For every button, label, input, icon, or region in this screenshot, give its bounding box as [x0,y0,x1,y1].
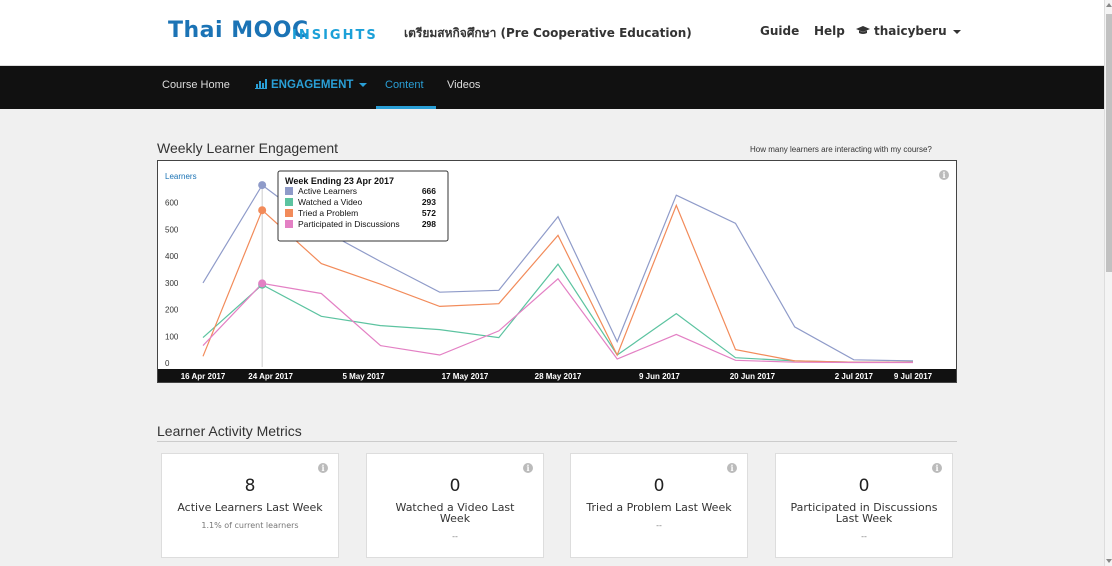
metric-value: 0 [858,476,870,496]
highlight-point-tried-a-problem [258,206,267,215]
metric-value: 0 [449,476,461,496]
x-tick-label: 20 Jun 2017 [730,372,776,381]
nav-engagement-dropdown[interactable]: ENGAGEMENT [255,79,368,91]
bar-chart-icon [255,79,267,89]
series-line-participated-in-discussions [202,277,913,364]
tooltip-row-value: 572 [422,208,436,218]
tooltip-row-value: 666 [422,186,436,196]
metric-label: Active Learners Last Week [177,501,323,514]
nav-course-home[interactable]: Course Home [162,79,230,91]
metric-label: Tried a Problem Last Week [586,501,732,514]
y-tick-label: 300 [165,279,179,288]
tab-content[interactable]: Content [385,79,424,91]
info-icon[interactable]: i [932,463,942,473]
x-tick-label: 24 Apr 2017 [248,372,293,381]
section-divider [157,441,957,442]
metric-subtext: -- [452,532,458,541]
metric-subtext: 1.1% of current learners [201,521,299,530]
metric-card-video: i 0 Watched a Video Last Week -- [366,453,544,558]
top-header: Thai MOOC INSIGHTS เตรียมสหกิจศึกษา (Pre… [0,0,1104,66]
x-tick-label: 28 May 2017 [535,372,582,381]
x-tick-label: 9 Jul 2017 [894,372,933,381]
nav-engagement-label: ENGAGEMENT [271,79,354,91]
user-menu[interactable]: thaicyberu [856,24,961,38]
tooltip-swatch [285,209,293,217]
scroll-thumb[interactable] [1106,14,1112,272]
tooltip-row-label: Active Learners [298,186,357,196]
tooltip-row-value: 298 [422,219,436,229]
engagement-chart-svg: Learners 0 100 200 300 400 500 600 16 Apr 2017… [158,170,956,382]
chevron-down-icon [359,82,368,87]
y-tick-label: 0 [165,359,170,368]
x-tick-label: 17 May 2017 [442,372,489,381]
y-tick-label: 600 [165,199,179,208]
chevron-down-icon [952,29,961,34]
metric-subtext: -- [656,521,662,530]
course-nav: Course Home ENGAGEMENT Content Videos [0,66,1104,109]
x-tick-label: 2 Jul 2017 [835,372,874,381]
scroll-up-arrow[interactable] [1106,3,1112,7]
metrics-title: Learner Activity Metrics [157,423,302,439]
y-tick-label: 400 [165,252,179,261]
metric-label: Watched a Video Last Week [395,501,515,525]
active-tab-indicator [376,106,436,109]
metric-value: 0 [653,476,665,496]
metric-subtext: -- [861,532,867,541]
engagement-chart: i Learners 0 100 200 300 400 500 600 16 Apr 20… [157,160,957,383]
metric-card-active: i 8 Active Learners Last Week 1.1% of cu… [161,453,339,558]
guide-link[interactable]: Guide [760,24,799,38]
y-axis-label: Learners [165,172,197,181]
tooltip-row-value: 293 [422,197,436,207]
brand-subtitle[interactable]: INSIGHTS [292,28,378,43]
tooltip-row-label: Watched a Video [298,197,363,207]
chart-tooltip: Week Ending 23 Apr 2017Active Learners 66… [277,170,449,242]
info-icon[interactable]: i [939,170,949,180]
info-icon[interactable]: i [318,463,328,473]
info-icon[interactable]: i [523,463,533,473]
x-tick-label: 16 Apr 2017 [181,372,226,381]
user-name: thaicyberu [874,24,947,38]
tooltip-swatch [285,187,293,195]
graduation-cap-icon [856,26,870,34]
y-tick-label: 100 [165,332,179,341]
course-title: เตรียมสหกิจศึกษา (Pre Cooperative Educat… [404,26,692,40]
tooltip-swatch [285,220,293,228]
scroll-down-arrow[interactable] [1106,559,1112,563]
metric-value: 8 [244,476,256,496]
tooltip-row-label: Tried a Problem [298,208,358,218]
tooltip-title: Week Ending 23 Apr 2017 [285,176,394,186]
y-tick-label: 200 [165,306,179,315]
tooltip-row-label: Participated in Discussions [298,219,400,229]
help-link[interactable]: Help [814,24,845,38]
page-scrollbar[interactable] [1104,0,1112,566]
highlight-point-active-learners [258,181,267,190]
metric-label: Participated in Discussions Last Week [790,501,938,525]
highlight-point-participated-in-discussions [258,279,267,288]
engagement-title: Weekly Learner Engagement [157,140,339,156]
tab-videos[interactable]: Videos [447,79,480,91]
brand-logo[interactable]: Thai MOOC [168,18,309,43]
info-icon[interactable]: i [727,463,737,473]
y-tick-label: 500 [165,225,179,234]
metric-card-problem: i 0 Tried a Problem Last Week -- [570,453,748,558]
engagement-help-link[interactable]: How many learners are interacting with m… [750,145,932,154]
x-tick-label: 5 May 2017 [342,372,385,381]
tooltip-swatch [285,198,293,206]
x-tick-label: 9 Jun 2017 [639,372,680,381]
metric-card-discussions: i 0 Participated in Discussions Last Wee… [775,453,953,558]
